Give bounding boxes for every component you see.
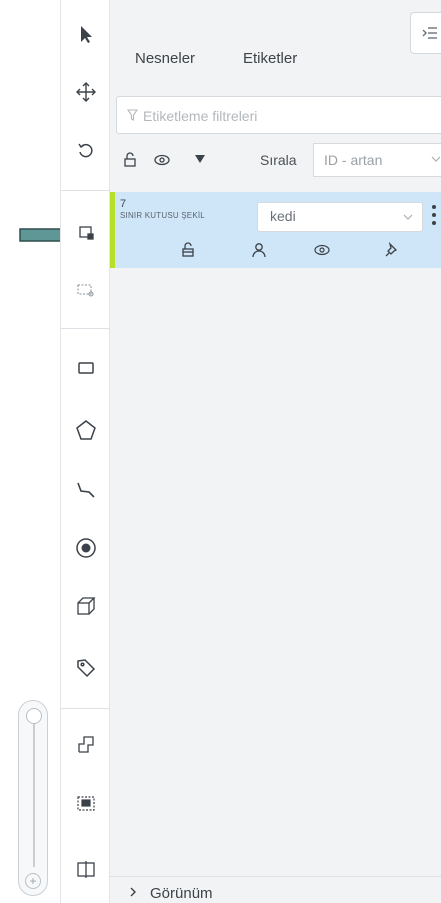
object-lock-icon[interactable] — [177, 240, 199, 260]
split-tool-icon[interactable] — [61, 850, 111, 890]
merge-tool-icon[interactable] — [61, 724, 111, 764]
sort-selected-value: ID - artan — [324, 152, 383, 168]
sort-label: Sırala — [260, 152, 297, 168]
bbox-search-tool-icon[interactable] — [61, 270, 111, 310]
objects-sidebar: Nesneler Etiketler Etiketleme filtreleri… — [110, 0, 441, 903]
polyline-tool-icon[interactable] — [61, 470, 111, 510]
tab-objects[interactable]: Nesneler — [135, 50, 195, 67]
zoom-slider[interactable]: + — [18, 700, 48, 896]
zoom-knob[interactable] — [26, 708, 42, 724]
tools-sidebar — [60, 0, 111, 903]
polygon-tool-icon[interactable] — [61, 410, 111, 450]
chevron-right-icon — [128, 886, 138, 898]
appearance-section[interactable]: Görünüm — [110, 876, 441, 903]
indent-icon — [422, 27, 437, 39]
toolbar-divider — [61, 328, 111, 329]
object-type: SINIR KUTUSU ŞEKİL — [120, 211, 205, 220]
object-item[interactable]: 7 SINIR KUTUSU ŞEKİL kedi — [110, 192, 441, 268]
zoom-in-icon[interactable]: + — [25, 873, 41, 889]
objects-controls: Sırala ID - artan — [110, 140, 441, 180]
move-tool-icon[interactable] — [61, 72, 111, 112]
appearance-label: Görünüm — [150, 885, 213, 902]
rotate-tool-icon[interactable] — [61, 130, 111, 170]
label-filter-input[interactable]: Etiketleme filtreleri — [116, 96, 441, 134]
caret-down-icon[interactable] — [194, 154, 206, 164]
object-label-value: kedi — [270, 208, 296, 224]
zoom-track — [33, 717, 35, 867]
tag-tool-icon[interactable] — [61, 648, 111, 688]
filter-placeholder: Etiketleme filtreleri — [143, 108, 258, 124]
cursor-tool-icon[interactable] — [61, 14, 111, 54]
more-options-icon[interactable] — [431, 204, 437, 226]
group-tool-icon[interactable] — [61, 784, 111, 824]
object-occluded-icon[interactable] — [248, 240, 270, 260]
sort-select[interactable]: ID - artan — [313, 143, 441, 177]
rectangle-tool-icon[interactable] — [61, 348, 111, 388]
cuboid-tool-icon[interactable] — [61, 586, 111, 626]
eye-all-icon[interactable] — [153, 152, 171, 168]
bbox-tool-icon[interactable] — [61, 212, 111, 252]
panel-collapse-button[interactable] — [410, 12, 441, 54]
filter-icon — [127, 109, 138, 121]
lock-all-icon[interactable] — [122, 152, 138, 168]
toolbar-divider — [61, 708, 111, 709]
object-label-select[interactable]: kedi — [257, 202, 423, 232]
chevron-down-icon — [402, 212, 414, 222]
tab-labels[interactable]: Etiketler — [243, 50, 297, 67]
point-tool-icon[interactable] — [61, 528, 111, 568]
object-visibility-icon[interactable] — [311, 240, 333, 260]
object-id: 7 — [120, 198, 127, 210]
chevron-down-icon — [430, 154, 441, 164]
toolbar-divider — [61, 190, 111, 191]
object-pin-icon[interactable] — [381, 240, 403, 260]
